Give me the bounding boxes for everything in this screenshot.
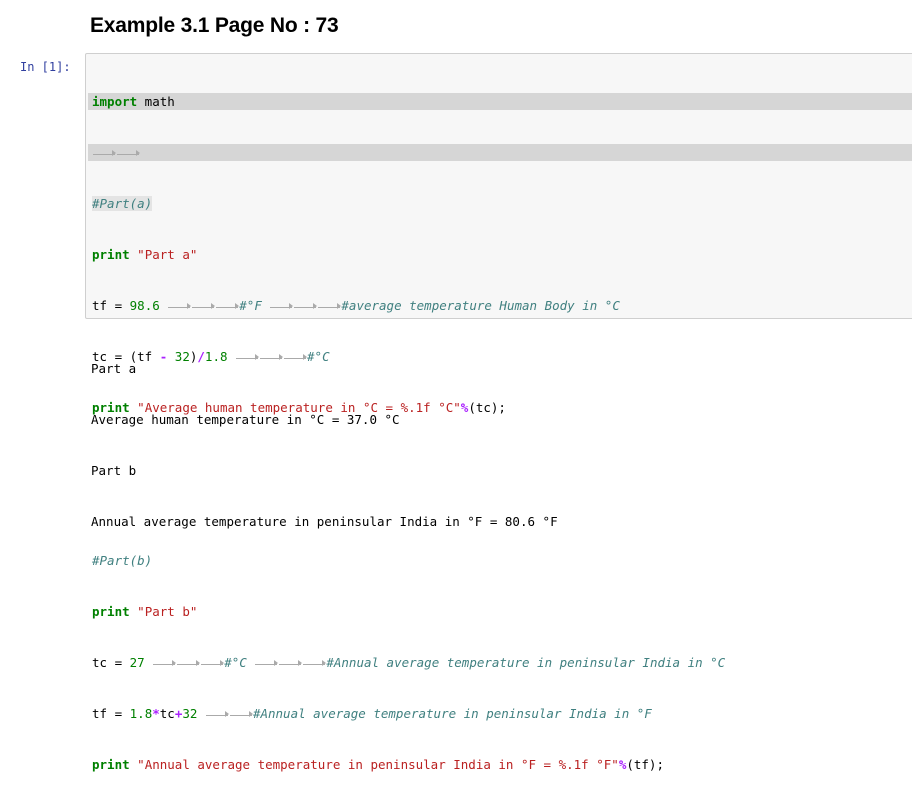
output-line: Part a xyxy=(91,361,137,376)
tab-arrow-icon xyxy=(93,149,116,156)
comment: #Annual average temperature in peninsula… xyxy=(326,655,726,670)
output-line: Average human temperature in °C = 37.0 °… xyxy=(91,412,400,427)
code-text: (tf); xyxy=(626,757,664,772)
tab-arrow-icon xyxy=(192,302,216,309)
code-text: tc = xyxy=(92,655,130,670)
output-line: Part b xyxy=(91,463,137,478)
keyword: print xyxy=(92,757,130,772)
comment: #average temperature Human Body in °C xyxy=(341,298,620,313)
tab-arrow-icon xyxy=(201,659,225,666)
tab-arrow-icon xyxy=(216,302,240,309)
keyword: import xyxy=(92,94,138,109)
number-literal: 1.8 xyxy=(129,706,153,721)
code-line[interactable]: tc = 27 #°C #Annual average temperature … xyxy=(92,654,912,671)
code-text: tf = xyxy=(92,298,130,313)
comment: #Part(b) xyxy=(92,553,153,568)
tab-arrow-icon xyxy=(153,659,177,666)
comment: #Part(a) xyxy=(92,196,153,211)
operator: + xyxy=(174,706,183,721)
code-text: math xyxy=(137,94,175,109)
comment: #Annual average temperature in peninsula… xyxy=(252,706,652,721)
output-line: Annual average temperature in peninsular… xyxy=(91,514,558,529)
operator: * xyxy=(152,706,160,721)
tab-arrow-icon xyxy=(279,659,303,666)
tab-arrow-icon xyxy=(294,302,318,309)
code-line[interactable]: print "Part b" xyxy=(92,603,912,620)
tab-arrow-icon xyxy=(255,659,279,666)
string-literal: "Annual average temperature in peninsula… xyxy=(137,757,619,772)
tab-arrow-icon xyxy=(205,710,229,717)
number-literal: 27 xyxy=(129,655,145,670)
operator: % xyxy=(618,757,627,772)
number-literal: 32 xyxy=(182,706,198,721)
code-line[interactable]: tf = 1.8*tc+32 #Annual average temperatu… xyxy=(92,705,912,722)
code-line[interactable]: print "Annual average temperature in pen… xyxy=(92,756,912,773)
code-line[interactable]: tf = 98.6 #°F #average temperature Human… xyxy=(92,297,912,314)
code-line[interactable]: #Part(a) xyxy=(92,195,912,212)
tab-arrow-icon xyxy=(168,302,192,309)
page-title: Example 3.1 Page No : 73 xyxy=(90,14,339,37)
input-prompt: In [1]: xyxy=(20,60,71,74)
keyword: print xyxy=(92,604,130,619)
code-line[interactable]: #Part(b) xyxy=(92,552,912,569)
string-literal: "Part a" xyxy=(137,247,198,262)
cell-output: Part a Average human temperature in °C =… xyxy=(91,326,558,547)
tab-arrow-icon xyxy=(229,710,253,717)
tab-arrow-icon xyxy=(318,302,342,309)
code-line[interactable] xyxy=(88,144,912,161)
code-line[interactable]: print "Part a" xyxy=(92,246,912,263)
tab-arrow-icon xyxy=(117,149,140,156)
code-line[interactable]: import math xyxy=(88,93,912,110)
code-text: tf = xyxy=(92,706,130,721)
number-literal: 98.6 xyxy=(129,298,160,313)
comment: #°F xyxy=(239,298,262,313)
string-literal: "Part b" xyxy=(137,604,198,619)
tab-arrow-icon xyxy=(270,302,294,309)
comment: #°C xyxy=(224,655,247,670)
tab-arrow-icon xyxy=(303,659,327,666)
keyword: print xyxy=(92,247,130,262)
code-text: tc xyxy=(159,706,175,721)
tab-arrow-icon xyxy=(177,659,201,666)
